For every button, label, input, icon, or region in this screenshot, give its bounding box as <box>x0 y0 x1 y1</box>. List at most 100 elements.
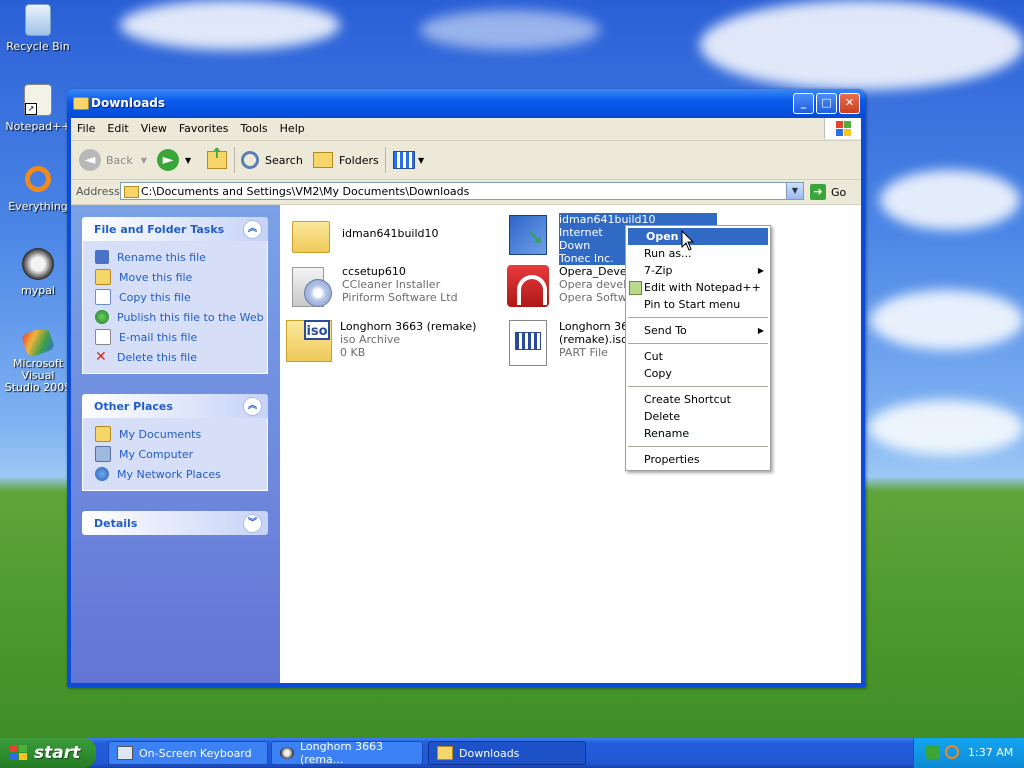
ccleaner-icon <box>288 263 334 309</box>
menu-item-run-as[interactable]: Run as... <box>626 245 770 262</box>
menu-item-delete[interactable]: Delete <box>626 408 770 425</box>
menu-favorites[interactable]: Favorites <box>173 118 235 135</box>
file-item-longhorn-iso[interactable]: iso Longhorn 3663 (remake) iso Archive 0… <box>286 318 476 364</box>
menu-item-properties[interactable]: Properties <box>626 451 770 468</box>
task-delete[interactable]: ✕ Delete this file <box>83 347 267 367</box>
folders-button[interactable]: Folders <box>313 147 379 173</box>
menu-item-label: 7-Zip <box>644 264 673 277</box>
taskbar-button-longhorn[interactable]: Longhorn 3663 (rema... <box>271 740 423 766</box>
taskbar-button-label: Longhorn 3663 (rema... <box>300 740 384 766</box>
task-label: Copy this file <box>119 290 191 304</box>
search-button[interactable]: Search <box>241 147 303 173</box>
menu-item-edit-notepadpp[interactable]: Edit with Notepad++ <box>626 279 770 296</box>
toolbar: ◄ Back ▼ ► ▼ ↑ Search Folders ▼ <box>71 141 861 180</box>
start-label: start <box>34 743 81 763</box>
file-company: Piriform Software Ltd <box>342 291 458 304</box>
desktop-icon-notepadpp[interactable]: ↗ Notepad++ <box>3 84 73 133</box>
panel-header[interactable]: Other Places ︽ <box>82 394 268 418</box>
folders-icon <box>313 152 333 168</box>
clock[interactable]: 1:37 AM <box>968 746 1013 759</box>
place-my-computer[interactable]: My Computer <box>83 444 267 464</box>
minimize-button[interactable]: _ <box>793 93 814 114</box>
taskbar-button-label: On-Screen Keyboard <box>139 746 252 760</box>
chevron-down-icon: ▼ <box>185 155 192 165</box>
expand-chevron-icon[interactable]: ︾ <box>243 514 262 533</box>
opera-icon <box>505 263 551 309</box>
menu-item-cut[interactable]: Cut <box>626 348 770 365</box>
task-copy[interactable]: Copy this file <box>83 287 267 307</box>
everything-icon <box>25 166 51 192</box>
desktop-icon-mypal[interactable]: mypal <box>3 248 73 297</box>
close-button[interactable]: ✕ <box>839 93 860 114</box>
menu-item-create-shortcut[interactable]: Create Shortcut <box>626 391 770 408</box>
address-input[interactable]: C:\Documents and Settings\VM2\My Documen… <box>120 182 804 200</box>
taskbar-button-downloads[interactable]: Downloads <box>428 741 586 765</box>
views-button[interactable]: ▼ <box>393 147 424 173</box>
address-value: C:\Documents and Settings\VM2\My Documen… <box>141 185 470 198</box>
desktop-icon-visual-studio[interactable]: Microsoft Visual Studio 2005 <box>3 330 73 394</box>
task-move[interactable]: Move this file <box>83 267 267 287</box>
place-my-network[interactable]: My Network Places <box>83 464 267 484</box>
delete-x-icon: ✕ <box>95 349 107 365</box>
panel-header[interactable]: Details ︾ <box>82 511 268 535</box>
tray-app-icon[interactable] <box>926 745 940 759</box>
file-item-longhorn-part[interactable]: Longhorn 3663 (remake).iso.p PART File <box>505 318 634 366</box>
task-email[interactable]: E-mail this file <box>83 327 267 347</box>
place-label: My Network Places <box>117 467 221 481</box>
menu-item-rename[interactable]: Rename <box>626 425 770 442</box>
other-places-panel: Other Places ︽ My Documents My Computer … <box>82 394 268 491</box>
task-label: Rename this file <box>117 250 206 264</box>
installer-icon: ➘ <box>505 211 551 257</box>
file-desc: Opera develop <box>559 278 634 291</box>
tray-search-icon[interactable] <box>945 745 959 759</box>
menu-item-pin-start[interactable]: Pin to Start menu <box>626 296 770 313</box>
task-publish[interactable]: Publish this file to the Web <box>83 307 267 327</box>
start-button[interactable]: start <box>0 738 96 768</box>
file-item-opera[interactable]: Opera_Develo Opera develop Opera Softwa <box>505 263 634 309</box>
menu-file[interactable]: File <box>71 118 101 135</box>
go-button[interactable]: ➔ Go <box>810 183 846 201</box>
file-name: Longhorn 3663 <box>559 320 634 333</box>
file-item-folder[interactable]: idman641build10 <box>288 215 439 261</box>
forward-button[interactable]: ► ▼ <box>157 147 191 173</box>
up-folder-button[interactable]: ↑ <box>207 146 227 173</box>
menu-tools[interactable]: Tools <box>235 118 274 135</box>
views-icon <box>393 151 415 169</box>
panel-header[interactable]: File and Folder Tasks ︽ <box>82 217 268 241</box>
desktop-icon-label: Notepad++ <box>5 120 71 133</box>
menu-bar: File Edit View Favorites Tools Help <box>71 118 861 141</box>
collapse-chevron-icon[interactable]: ︽ <box>243 397 262 416</box>
desktop-icon-recycle-bin[interactable]: Recycle Bin <box>3 4 73 53</box>
windows-flag-icon <box>10 745 28 761</box>
collapse-chevron-icon[interactable]: ︽ <box>243 220 262 239</box>
rename-icon <box>95 250 109 264</box>
maximize-button[interactable]: □ <box>816 93 837 114</box>
file-name: Opera_Develo <box>559 265 634 278</box>
folder-icon <box>124 186 139 198</box>
back-button[interactable]: ◄ Back ▼ <box>79 147 147 173</box>
menu-help[interactable]: Help <box>274 118 311 135</box>
taskbar-button-osk[interactable]: On-Screen Keyboard <box>108 741 268 765</box>
menu-view[interactable]: View <box>135 118 173 135</box>
desktop-icon-label: Microsoft Visual Studio 2005 <box>4 357 72 394</box>
mouse-cursor-icon <box>681 230 695 251</box>
part-file-icon <box>505 318 551 366</box>
copy-icon <box>95 289 111 305</box>
place-my-documents[interactable]: My Documents <box>83 424 267 444</box>
go-label: Go <box>831 185 847 199</box>
desktop-icon-label: Recycle Bin <box>6 40 70 53</box>
address-dropdown-icon[interactable]: ▼ <box>786 183 803 199</box>
menu-edit[interactable]: Edit <box>101 118 134 135</box>
menu-item-7zip[interactable]: 7-Zip ▶ <box>626 262 770 279</box>
submenu-arrow-icon: ▶ <box>757 326 764 335</box>
task-rename[interactable]: Rename this file <box>83 247 267 267</box>
desktop-icon-everything[interactable]: Everything <box>3 166 73 213</box>
title-bar[interactable]: Downloads _ □ ✕ <box>67 89 865 118</box>
submenu-arrow-icon: ▶ <box>757 266 764 275</box>
menu-item-open[interactable]: Open <box>628 228 768 245</box>
file-item-ccsetup[interactable]: ccsetup610 CCleaner Installer Piriform S… <box>288 263 458 309</box>
menu-item-copy[interactable]: Copy <box>626 365 770 382</box>
iso-archive-icon: iso <box>286 318 332 364</box>
menu-item-send-to[interactable]: Send To ▶ <box>626 322 770 339</box>
recycle-bin-icon <box>25 4 51 36</box>
